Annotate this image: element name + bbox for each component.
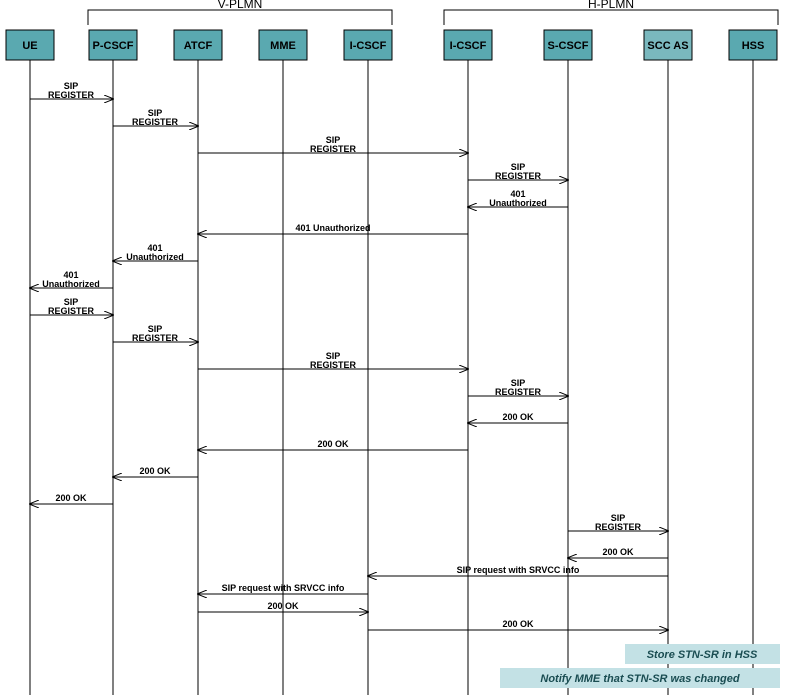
lifeline-atcf: ATCF [174,30,222,695]
svg-text:REGISTER: REGISTER [495,171,542,181]
svg-text:Unauthorized: Unauthorized [489,198,547,208]
svg-text:REGISTER: REGISTER [310,144,357,154]
svg-text:200 OK: 200 OK [317,439,349,449]
svg-text:REGISTER: REGISTER [132,333,179,343]
svg-text:200 OK: 200 OK [139,466,171,476]
msg-sip-register-6: SIP REGISTER [113,324,198,343]
lifeline-icscf-h: I-CSCF [444,30,492,695]
msg-sip-register-5: SIP REGISTER [30,297,113,316]
svg-text:I-CSCF: I-CSCF [450,40,487,52]
msg-srvcc-2: SIP request with SRVCC info [198,583,368,594]
svg-text:REGISTER: REGISTER [48,90,95,100]
svg-text:P-CSCF: P-CSCF [93,40,134,52]
lifeline-hss: HSS [729,30,777,695]
svg-text:S-CSCF: S-CSCF [548,40,589,52]
svg-text:HSS: HSS [742,40,765,52]
svg-text:200 OK: 200 OK [502,412,534,422]
svg-text:REGISTER: REGISTER [132,117,179,127]
msg-sip-register-9: SIP REGISTER [568,513,668,532]
msg-200ok-1: 200 OK [468,412,568,423]
svg-text:Notify MME that STN-SR was cha: Notify MME that STN-SR was changed [540,673,740,685]
msg-sip-register-4: SIP REGISTER [468,162,568,181]
group-vplmn: V-PLMN [88,0,392,25]
svg-text:REGISTER: REGISTER [310,360,357,370]
lifeline-sccas: SCC AS [644,30,692,695]
svg-text:ATCF: ATCF [184,40,213,52]
msg-200ok-4: 200 OK [30,493,113,504]
svg-text:200 OK: 200 OK [55,493,87,503]
msg-sip-register-8: SIP REGISTER [468,378,568,397]
svg-text:UE: UE [22,40,37,52]
msg-200ok-7: 200 OK [368,619,668,630]
svg-text:200 OK: 200 OK [267,601,299,611]
svg-text:Store STN-SR in HSS: Store STN-SR in HSS [647,649,758,661]
msg-sip-register-2: SIP REGISTER [113,108,198,127]
svg-text:MME: MME [270,40,296,52]
msg-401-3: 401 Unauthorized [113,243,198,262]
msg-sip-register-7: SIP REGISTER [198,351,468,370]
svg-text:Unauthorized: Unauthorized [42,279,100,289]
note-store-stnsr: Store STN-SR in HSS [625,644,780,664]
msg-401-2: 401 Unauthorized [198,223,468,234]
lifeline-ue: UE [6,30,54,695]
svg-text:SIP request with SRVCC info: SIP request with SRVCC info [457,565,580,575]
svg-text:REGISTER: REGISTER [48,306,95,316]
svg-text:I-CSCF: I-CSCF [350,40,387,52]
svg-text:200 OK: 200 OK [602,547,634,557]
group-vplmn-label: V-PLMN [218,0,263,11]
lifeline-pcscf: P-CSCF [89,30,137,695]
msg-401-4: 401 Unauthorized [30,270,113,289]
svg-text:REGISTER: REGISTER [495,387,542,397]
msg-sip-register-3: SIP REGISTER [198,135,468,154]
msg-401-1: 401 Unauthorized [468,189,568,208]
group-hplmn: H-PLMN [444,0,778,25]
svg-text:SIP request with SRVCC info: SIP request with SRVCC info [222,583,345,593]
svg-text:200 OK: 200 OK [502,619,534,629]
lifeline-mme: MME [259,30,307,695]
msg-200ok-6: 200 OK [198,601,368,612]
msg-srvcc-1: SIP request with SRVCC info [368,565,668,576]
msg-200ok-2: 200 OK [198,439,468,450]
svg-text:REGISTER: REGISTER [595,522,642,532]
msg-200ok-5: 200 OK [568,547,668,558]
msg-200ok-3: 200 OK [113,466,198,477]
svg-text:401 Unauthorized: 401 Unauthorized [295,223,370,233]
svg-text:SCC AS: SCC AS [647,40,688,52]
group-hplmn-label: H-PLMN [588,0,634,11]
lifeline-scscf: S-CSCF [544,30,592,695]
note-notify-mme: Notify MME that STN-SR was changed [500,668,780,688]
svg-text:Unauthorized: Unauthorized [126,252,184,262]
msg-sip-register-1: SIP REGISTER [30,81,113,100]
